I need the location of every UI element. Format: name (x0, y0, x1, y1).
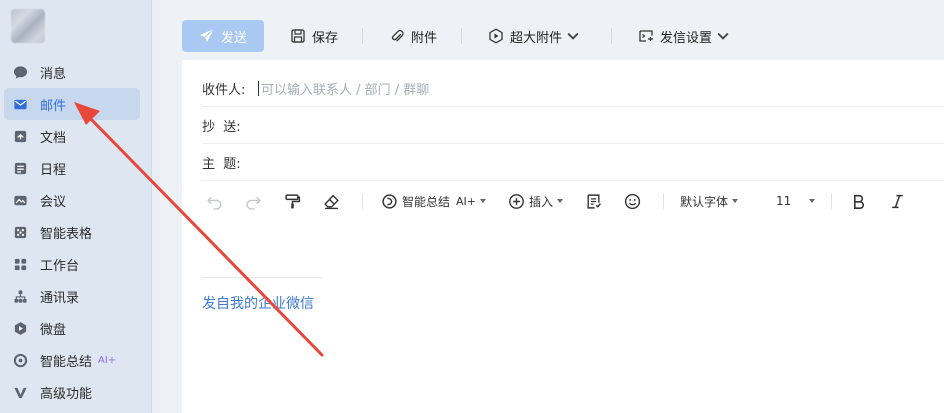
large-attachment-icon (489, 28, 503, 44)
meeting-icon (12, 192, 28, 208)
insert-button[interactable]: 插入 (508, 193, 564, 210)
bold-icon[interactable] (850, 193, 867, 210)
ai-summary-icon (382, 193, 397, 209)
caret-down-icon (809, 199, 816, 203)
compose-form: 收件人: 可以输入联系人 / 部门 / 群聊 抄 送: 主 题: 智能总结 AI… (182, 60, 944, 413)
compose-toolbar: 发送 保存 附件 超大附件 发信设置 (160, 16, 944, 56)
send-button-label: 发送 (220, 30, 247, 46)
email-signature[interactable]: 发自我的企业微信 (202, 293, 314, 313)
ai-summary-icon (12, 352, 28, 368)
font-family-select[interactable]: 默认字体 (680, 193, 739, 210)
format-divider (663, 193, 665, 209)
caret-down-icon (732, 199, 739, 203)
send-button[interactable]: 发送 (182, 20, 264, 52)
chevron-down-icon (717, 32, 729, 40)
undo-icon[interactable] (206, 193, 223, 210)
sidebar-item-contacts[interactable]: 通讯录 (4, 280, 140, 312)
sidebar: 消息 邮件 文档 日程 会议 智能表格 工作台 通讯录 微盘 智能总结 AI+ … (0, 0, 152, 413)
sidebar-item-drive[interactable]: 微盘 (4, 312, 140, 344)
doc-icon (12, 128, 28, 144)
sidebar-item-workbench[interactable]: 工作台 (4, 248, 140, 280)
sidebar-item-label: 微盘 (40, 322, 67, 338)
sidebar-item-label: 会议 (40, 194, 67, 210)
sidebar-item-label: 智能表格 (40, 226, 93, 242)
caret-down-icon (557, 199, 564, 203)
subject-label: 主 题: (202, 156, 241, 172)
chevron-down-icon (567, 32, 579, 40)
save-button[interactable]: 保存 (290, 27, 338, 46)
recipient-label: 收件人: (202, 82, 246, 98)
font-size-select[interactable]: 11 (776, 194, 816, 208)
font-size-value: 11 (776, 194, 792, 208)
send-icon (199, 28, 215, 42)
ai-plus-badge: AI+ (98, 354, 117, 366)
sidebar-item-premium[interactable]: 高级功能 (4, 376, 140, 408)
sidebar-item-mail[interactable]: 邮件 (4, 88, 140, 120)
template-icon[interactable] (585, 193, 602, 210)
insert-label: 插入 (529, 194, 554, 209)
save-icon (291, 29, 305, 43)
ai-summary-label: 智能总结 (402, 194, 451, 209)
recipient-input[interactable]: 可以输入联系人 / 部门 / 群聊 (261, 79, 429, 98)
sidebar-item-label: 通讯录 (40, 290, 80, 306)
toolbar-divider (362, 28, 364, 44)
italic-icon[interactable] (889, 193, 906, 210)
cc-label: 抄 送: (202, 119, 241, 135)
toolbar-divider (611, 28, 613, 44)
format-toolbar: 智能总结 AI+ 插入 默认字体 11 (202, 184, 944, 218)
contacts-icon (12, 288, 28, 304)
avatar[interactable] (11, 9, 45, 43)
sidebar-item-docs[interactable]: 文档 (4, 120, 140, 152)
eraser-icon[interactable] (323, 193, 340, 210)
workbench-icon (12, 256, 28, 272)
sidebar-item-messages[interactable]: 消息 (4, 56, 140, 88)
mail-compose-area: 发送 保存 附件 超大附件 发信设置 收件人: 可以输入联系人 / 部门 / 群… (160, 0, 944, 413)
premium-icon (12, 384, 28, 400)
sidebar-item-meeting[interactable]: 会议 (4, 184, 140, 216)
plus-circle-icon (509, 193, 524, 209)
mail-icon (12, 96, 28, 112)
chat-bubble-icon (12, 64, 28, 80)
emoji-icon[interactable] (624, 193, 641, 210)
signature-divider (202, 277, 322, 278)
sidebar-item-label: 工作台 (40, 258, 80, 274)
large-attachment-label: 超大附件 (510, 30, 563, 46)
sidebar-item-ai-summary[interactable]: 智能总结 AI+ (4, 344, 140, 376)
sidebar-item-label: 文档 (40, 130, 67, 146)
sidebar-item-smart-table[interactable]: 智能表格 (4, 216, 140, 248)
redo-icon[interactable] (245, 193, 262, 210)
attach-button[interactable]: 附件 (389, 27, 437, 46)
toolbar-divider (461, 28, 463, 44)
subject-field[interactable]: 主 题: (202, 144, 944, 181)
smart-table-icon (12, 224, 28, 240)
calendar-icon (12, 160, 28, 176)
send-settings-icon (639, 30, 654, 42)
sidebar-item-label: 高级功能 (40, 386, 93, 402)
drive-icon (12, 320, 28, 336)
send-settings-label: 发信设置 (660, 30, 713, 46)
format-divider (362, 193, 363, 209)
text-cursor (258, 80, 259, 96)
large-attachment-button[interactable]: 超大附件 (488, 27, 587, 46)
cc-field[interactable]: 抄 送: (202, 107, 944, 144)
format-divider (831, 193, 833, 209)
font-family-value: 默认字体 (680, 194, 729, 209)
sidebar-item-label: 邮件 (40, 98, 67, 114)
attach-button-label: 附件 (411, 30, 438, 46)
ai-plus-badge: AI+ (456, 194, 477, 208)
save-button-label: 保存 (312, 30, 339, 46)
sidebar-item-calendar[interactable]: 日程 (4, 152, 140, 184)
recipient-field[interactable]: 收件人: 可以输入联系人 / 部门 / 群聊 (202, 70, 944, 107)
paperclip-icon (391, 29, 404, 42)
sidebar-item-label: 智能总结 (40, 354, 93, 370)
sidebar-nav: 消息 邮件 文档 日程 会议 智能表格 工作台 通讯录 微盘 智能总结 AI+ … (4, 56, 140, 408)
caret-down-icon (480, 199, 487, 203)
ai-summary-button[interactable]: 智能总结 AI+ (381, 193, 487, 210)
sidebar-item-label: 日程 (40, 162, 67, 178)
sidebar-item-label: 消息 (40, 66, 67, 82)
format-painter-icon[interactable] (284, 193, 301, 210)
send-settings-button[interactable]: 发信设置 (638, 27, 737, 46)
